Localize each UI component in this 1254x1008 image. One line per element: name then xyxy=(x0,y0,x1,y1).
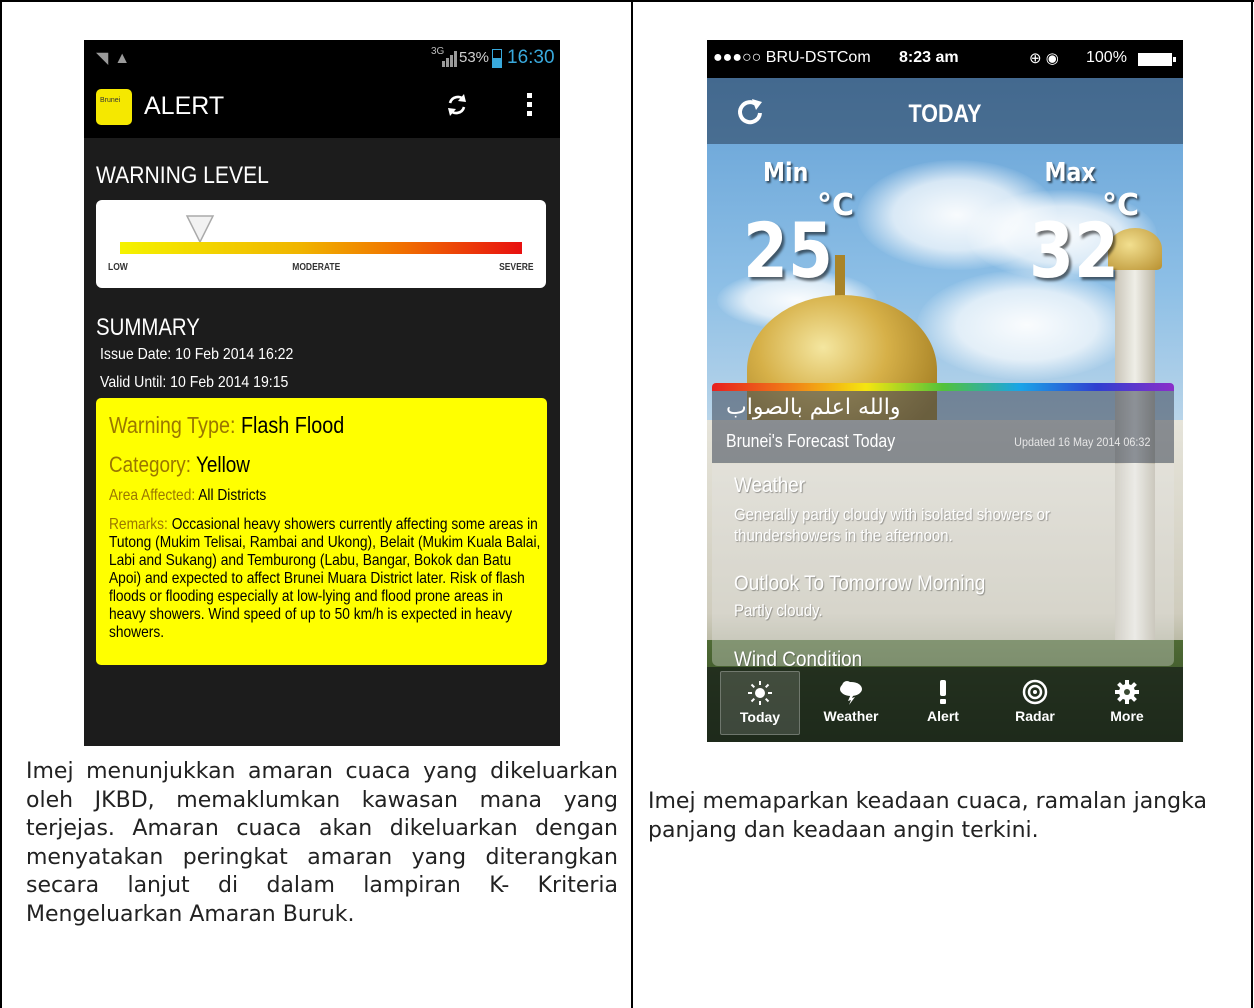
issue-date: Issue Date: 10 Feb 2014 16:22 xyxy=(100,346,294,363)
app-action-bar: Brunei ALERT xyxy=(84,76,560,138)
battery-icon xyxy=(1138,53,1172,66)
level-moderate-label: MODERATE xyxy=(292,262,341,273)
tab-weather[interactable]: Weather xyxy=(811,671,891,735)
warning-type: Warning Type: Flash Flood xyxy=(109,412,344,439)
android-status-bar: ◥▲ 3G 53% 16:30 xyxy=(84,40,560,76)
forecast-details[interactable]: Weather Generally partly cloudy with iso… xyxy=(712,464,1174,666)
tab-label: More xyxy=(1110,708,1144,724)
area-value: All Districts xyxy=(198,487,267,504)
min-unit: °C xyxy=(817,188,855,223)
battery-icon xyxy=(492,49,502,68)
table-border-right xyxy=(1251,0,1253,1008)
battery-nub xyxy=(1173,57,1176,62)
category-value: Yellow xyxy=(195,452,250,477)
warning-level-heading: WARNING LEVEL xyxy=(96,162,269,189)
level-low-label: LOW xyxy=(108,262,128,273)
min-label: Min xyxy=(762,158,809,188)
app-title: ALERT xyxy=(144,92,225,120)
refresh-icon[interactable] xyxy=(445,92,469,118)
rainbow-divider xyxy=(712,383,1174,391)
ios-status-bar: ●●●○○ BRU-DSTCom 8:23 am ⊕ ◉ 100% xyxy=(707,40,1183,78)
max-label: Max xyxy=(1044,158,1096,188)
status-time: 16:30 xyxy=(507,47,555,68)
area-affected: Area Affected: All Districts xyxy=(109,487,266,505)
category-label: Category: xyxy=(109,452,192,477)
tab-radar[interactable]: Radar xyxy=(995,671,1075,735)
signal-icon xyxy=(442,51,457,67)
max-unit: °C xyxy=(1102,188,1140,223)
level-severe-label: SEVERE xyxy=(499,262,534,273)
page-title: TODAY xyxy=(908,100,982,128)
notification-icons: ◥▲ xyxy=(96,50,137,67)
status-time: 8:23 am xyxy=(899,49,959,66)
tab-label: Alert xyxy=(927,708,959,724)
valid-until: Valid Until: 10 Feb 2014 19:15 xyxy=(100,374,289,391)
outlook-heading: Outlook To Tomorrow Morning xyxy=(734,572,986,595)
tab-more[interactable]: More xyxy=(1087,671,1167,735)
logo-text: Brunei xyxy=(100,97,121,104)
lock-alarm-icons: ⊕ ◉ xyxy=(1029,50,1059,67)
level-indicator-icon xyxy=(186,215,215,244)
category: Category: Yellow xyxy=(109,452,250,478)
nav-bar: TODAY xyxy=(707,78,1183,144)
left-caption: Imej menunjukkan amaran cuaca yang dikel… xyxy=(26,759,618,927)
tab-bar: Today Weather Alert Radar More xyxy=(707,667,1183,742)
weather-text: Generally partly cloudy with isolated sh… xyxy=(734,505,1050,545)
iphone-weather-screenshot: ●●●○○ BRU-DSTCom 8:23 am ⊕ ◉ 100% TODAY … xyxy=(707,40,1183,742)
table-border-top xyxy=(0,0,1254,2)
cloud-rain-icon xyxy=(840,681,862,705)
tab-label: Radar xyxy=(1015,708,1055,724)
forecast-header: والله اعلم بالصواب Brunei's Forecast Tod… xyxy=(712,391,1174,463)
wind-heading: Wind Condition xyxy=(734,648,863,666)
remarks: Remarks: Occasional heavy showers curren… xyxy=(109,516,543,642)
remarks-value: Occasional heavy showers currently affec… xyxy=(109,516,541,641)
exclamation-icon xyxy=(940,680,946,704)
android-alert-screenshot: ◥▲ 3G 53% 16:30 Brunei ALERT WARNING LEV… xyxy=(84,40,560,746)
warning-type-value: Flash Flood xyxy=(240,412,345,438)
table-border-left xyxy=(0,0,2,1008)
weather-heading: Weather xyxy=(734,474,806,497)
warning-type-label: Warning Type: xyxy=(109,412,236,438)
sun-icon xyxy=(748,681,772,705)
warning-level-card: LOW MODERATE SEVERE xyxy=(96,200,546,288)
gear-icon xyxy=(1115,680,1139,704)
outlook-text: Partly cloudy. xyxy=(734,601,823,620)
summary-heading: SUMMARY xyxy=(96,314,200,341)
tab-today[interactable]: Today xyxy=(720,671,800,735)
radar-icon xyxy=(1022,679,1048,705)
updated-timestamp: Updated 16 May 2014 06:32 xyxy=(1013,435,1150,449)
table-border-middle xyxy=(631,0,633,1008)
tab-alert[interactable]: Alert xyxy=(903,671,983,735)
more-vertical-icon[interactable] xyxy=(525,93,533,119)
battery-percent: 53% xyxy=(459,49,490,66)
tab-label: Weather xyxy=(823,708,879,724)
battery-percent: 100% xyxy=(1086,49,1127,66)
remarks-label: Remarks: xyxy=(109,516,168,533)
warning-gradient-bar xyxy=(120,242,522,254)
tab-label: Today xyxy=(739,709,781,725)
carrier: ●●●○○ BRU-DSTCom xyxy=(713,49,871,66)
area-label: Area Affected: xyxy=(109,487,196,504)
warning-detail-card: Warning Type: Flash Flood Category: Yell… xyxy=(96,398,547,665)
right-caption: Imej memaparkan keadaan cuaca, ramalan j… xyxy=(648,789,1207,843)
forecast-title: Brunei's Forecast Today xyxy=(726,431,896,451)
arabic-text: والله اعلم بالصواب xyxy=(726,395,901,420)
app-logo[interactable]: Brunei xyxy=(96,89,132,125)
